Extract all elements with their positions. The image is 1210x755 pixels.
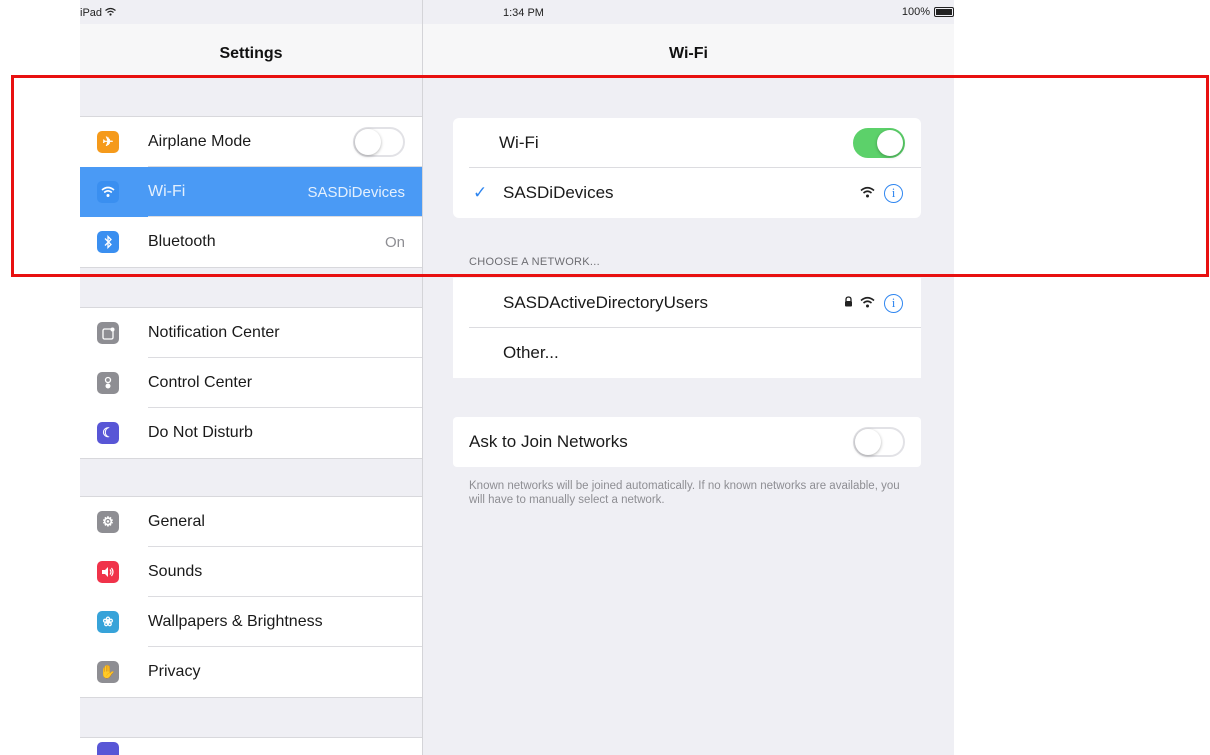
settings-row-label: Wi-Fi bbox=[148, 183, 186, 200]
battery-icon bbox=[934, 7, 954, 17]
settings-row-general[interactable]: ⚙ General bbox=[80, 497, 422, 547]
settings-group-partial bbox=[80, 737, 422, 755]
settings-row-label: Privacy bbox=[148, 663, 201, 680]
lock-icon bbox=[844, 296, 853, 310]
settings-row-airplane-mode[interactable]: ✈ Airplane Mode bbox=[80, 117, 422, 167]
status-time: 1:34 PM bbox=[503, 7, 544, 19]
ipad-screen: Settings ✈ Airplane Mode Wi-Fi SASDiDevi… bbox=[80, 0, 954, 755]
settings-row-do-not-disturb[interactable]: ☾ Do Not Disturb bbox=[80, 408, 422, 458]
settings-row-label: General bbox=[148, 513, 205, 530]
checkmark-icon: ✓ bbox=[473, 183, 488, 202]
settings-group-notifications: Notification Center Control Center ☾ Do … bbox=[80, 307, 422, 459]
settings-row-value: On bbox=[384, 233, 405, 251]
settings-row-privacy[interactable]: ✋ Privacy bbox=[80, 647, 422, 697]
connected-network-name: SASDiDevices bbox=[503, 183, 614, 202]
ask-to-join-row: Ask to Join Networks bbox=[453, 417, 921, 467]
settings-navbar: Settings bbox=[80, 24, 422, 76]
settings-row-label: Do Not Disturb bbox=[148, 424, 253, 441]
notification-center-icon bbox=[97, 322, 119, 344]
network-row[interactable]: SASDActiveDirectoryUsers i bbox=[453, 278, 921, 328]
wifi-signal-icon bbox=[860, 185, 875, 201]
toggle-knob bbox=[877, 130, 903, 156]
control-center-icon bbox=[97, 372, 119, 394]
settings-title: Settings bbox=[219, 45, 283, 62]
info-icon[interactable]: i bbox=[884, 293, 903, 313]
settings-group-connectivity: ✈ Airplane Mode Wi-Fi SASDiDevices Bluet… bbox=[80, 116, 422, 268]
other-network-label: Other... bbox=[503, 343, 559, 362]
wifi-status-icon bbox=[105, 7, 116, 19]
settings-row-notification-center[interactable]: Notification Center bbox=[80, 308, 422, 358]
wifi-pane: Wi-Fi Wi-Fi ✓ SASDiDevices i CHOOSE A NE… bbox=[423, 0, 954, 755]
ask-to-join-toggle[interactable] bbox=[853, 427, 905, 457]
toggle-knob bbox=[855, 429, 881, 455]
speaker-icon bbox=[97, 561, 119, 583]
network-name: SASDActiveDirectoryUsers bbox=[503, 293, 708, 312]
moon-icon: ☾ bbox=[97, 422, 119, 444]
status-battery: 100% bbox=[902, 6, 954, 18]
settings-row-label: Control Center bbox=[148, 374, 253, 391]
wifi-main-group: Wi-Fi ✓ SASDiDevices i bbox=[453, 118, 921, 218]
settings-row-bluetooth[interactable]: Bluetooth On bbox=[80, 217, 422, 267]
device-label: iPad bbox=[80, 7, 103, 19]
network-list: SASDActiveDirectoryUsers i Other... bbox=[453, 278, 921, 378]
battery-percent: 100% bbox=[901, 6, 930, 18]
settings-row-label: Sounds bbox=[148, 563, 203, 580]
settings-row-sounds[interactable]: Sounds bbox=[80, 547, 422, 597]
settings-row-label: Wallpapers & Brightness bbox=[148, 613, 323, 630]
settings-row-label: Airplane Mode bbox=[148, 133, 252, 150]
status-bar: iPad 1:34 PM 100% bbox=[80, 0, 954, 24]
wifi-toggle[interactable] bbox=[853, 128, 905, 158]
wifi-signal-icon bbox=[860, 295, 875, 311]
settings-row-control-center[interactable]: Control Center bbox=[80, 358, 422, 408]
wifi-icon bbox=[97, 181, 119, 203]
settings-group-general: ⚙ General Sounds ❀ Wallpapers & Brightne… bbox=[80, 496, 422, 698]
settings-row-label: Bluetooth bbox=[148, 233, 216, 250]
wifi-toggle-row: Wi-Fi bbox=[453, 118, 921, 168]
status-device: iPad bbox=[80, 7, 116, 19]
gear-icon: ⚙ bbox=[97, 511, 119, 533]
settings-row-label: Notification Center bbox=[148, 324, 280, 341]
settings-row-wallpapers[interactable]: ❀ Wallpapers & Brightness bbox=[80, 597, 422, 647]
ask-to-join-label: Ask to Join Networks bbox=[469, 432, 628, 451]
settings-row-wifi[interactable]: Wi-Fi SASDiDevices bbox=[80, 167, 422, 217]
settings-pane: Settings ✈ Airplane Mode Wi-Fi SASDiDevi… bbox=[80, 0, 423, 755]
bluetooth-icon bbox=[97, 231, 119, 253]
settings-row-value: SASDiDevices bbox=[307, 183, 405, 201]
wifi-navbar: Wi-Fi bbox=[423, 24, 954, 76]
airplane-icon: ✈ bbox=[97, 131, 119, 153]
airplane-mode-toggle[interactable] bbox=[353, 127, 405, 157]
toggle-knob bbox=[355, 129, 381, 155]
wifi-toggle-label: Wi-Fi bbox=[499, 133, 539, 152]
wifi-title: Wi-Fi bbox=[669, 45, 708, 62]
ask-to-join-footer: Known networks will be joined automatica… bbox=[469, 480, 900, 506]
other-network-row[interactable]: Other... bbox=[453, 328, 921, 378]
partial-app-icon bbox=[97, 742, 119, 755]
hand-icon: ✋ bbox=[97, 661, 119, 683]
info-icon[interactable]: i bbox=[884, 183, 903, 203]
connected-network-row[interactable]: ✓ SASDiDevices i bbox=[453, 168, 921, 218]
ask-to-join-group: Ask to Join Networks bbox=[453, 417, 921, 467]
choose-network-header: CHOOSE A NETWORK... bbox=[469, 256, 600, 268]
flower-icon: ❀ bbox=[97, 611, 119, 633]
